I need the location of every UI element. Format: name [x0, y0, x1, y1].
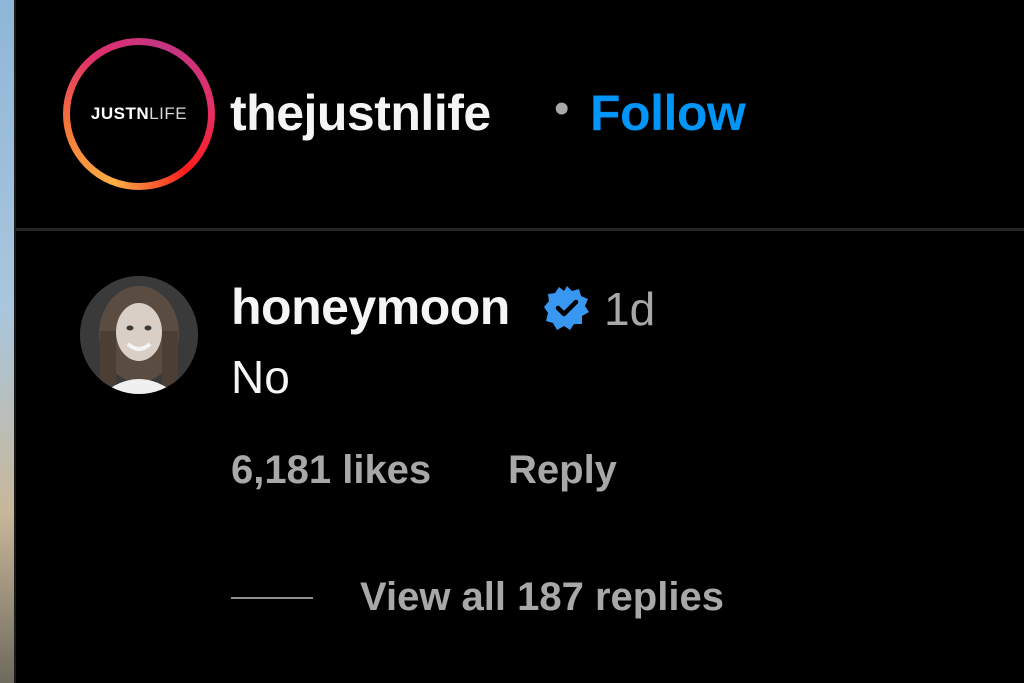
- logo-wordmark: JUSTNLIFE: [90, 104, 188, 123]
- comment-timestamp: 1d: [604, 283, 656, 335]
- view-replies-button[interactable]: View all 187 replies: [360, 575, 724, 620]
- verified-badge-icon: [544, 286, 589, 330]
- header-divider: [16, 228, 1024, 231]
- reply-button[interactable]: Reply: [508, 448, 617, 493]
- post-header: JUSTNLIFE: [16, 0, 1024, 228]
- avatar-logo: JUSTNLIFE: [70, 45, 208, 183]
- profile-avatar[interactable]: JUSTNLIFE: [63, 38, 215, 190]
- background-photo-edge: [0, 0, 14, 683]
- post-author-username[interactable]: thejustnlife: [230, 84, 491, 142]
- replies-indent-line: [231, 597, 313, 599]
- separator-dot: •: [554, 84, 570, 133]
- comment-body: No: [231, 351, 290, 403]
- avatar-portrait: [80, 276, 198, 394]
- commenter-avatar[interactable]: [80, 276, 198, 394]
- commenter-username[interactable]: honeymoon: [231, 278, 510, 336]
- likes-count[interactable]: 6,181 likes: [231, 448, 431, 493]
- follow-button[interactable]: Follow: [590, 84, 746, 142]
